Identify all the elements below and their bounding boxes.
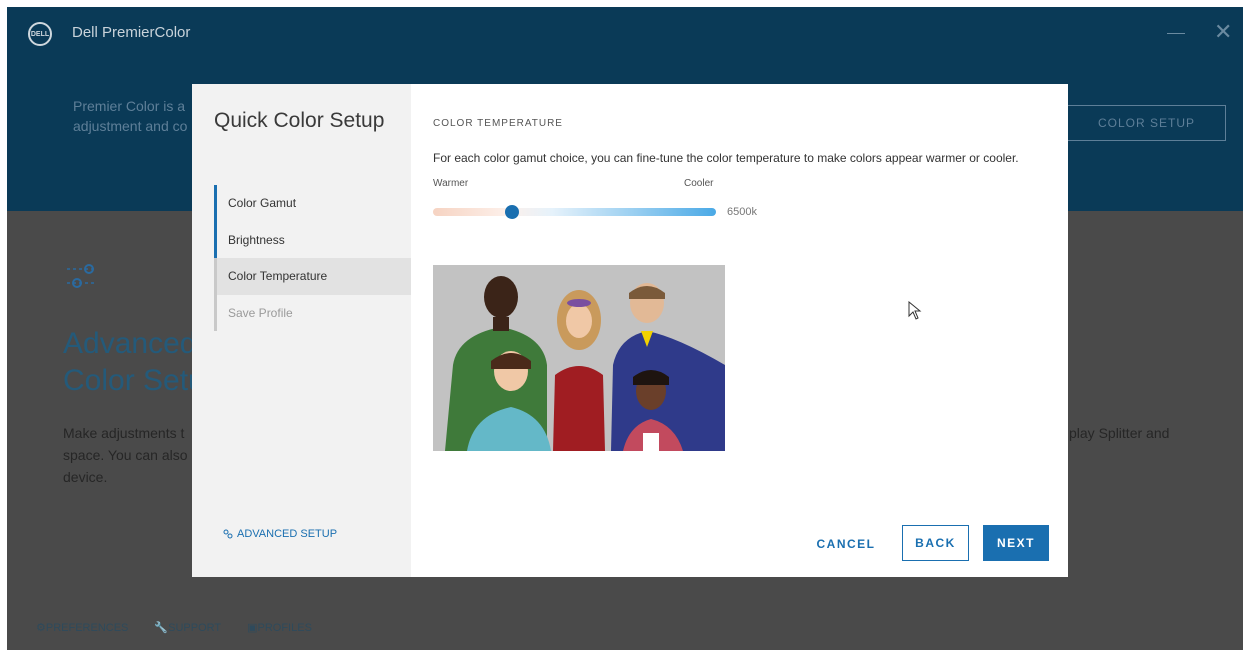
dialog-content: COLOR TEMPERATURE For each color gamut c… (411, 84, 1068, 577)
advanced-setup-link[interactable]: ADVANCED SETUP (223, 528, 337, 540)
back-button[interactable]: BACK (902, 525, 969, 561)
slider-thumb[interactable] (505, 205, 520, 219)
step-label: Brightness (228, 232, 285, 247)
step-save-profile[interactable]: Save Profile (214, 294, 411, 331)
next-button[interactable]: NEXT (983, 525, 1049, 561)
advanced-description-right: play Splitter and (1069, 425, 1170, 441)
temperature-value: 6500k (727, 206, 757, 218)
step-label: Color Temperature (228, 269, 328, 284)
quick-color-setup-dialog: Quick Color Setup Color Gamut Brightness… (192, 84, 1068, 577)
header-description: Premier Color is a adjustment and co (73, 96, 193, 136)
section-description: For each color gamut choice, you can fin… (433, 151, 1019, 165)
section-label: COLOR TEMPERATURE (433, 118, 563, 129)
gear-sliders-icon (223, 529, 233, 539)
preferences-label: PREFERENCES (45, 622, 129, 634)
advanced-color-setup-title: Advanced Color Setu (63, 325, 198, 399)
close-icon[interactable]: ✕ (1214, 19, 1232, 45)
advanced-desc-line: device. (63, 469, 108, 485)
step-color-gamut[interactable]: Color Gamut (214, 185, 411, 222)
advanced-setup-label: ADVANCED SETUP (237, 528, 338, 540)
cooler-label: Cooler (684, 178, 714, 189)
header-desc-line: adjustment and co (73, 118, 188, 134)
step-brightness[interactable]: Brightness (214, 221, 411, 258)
step-color-temperature[interactable]: Color Temperature (214, 258, 411, 295)
header-desc-line: Premier Color is a (73, 98, 186, 114)
support-label: SUPPORT (168, 622, 222, 634)
color-setup-button[interactable]: COLOR SETUP (1067, 105, 1226, 141)
advanced-desc-line: Make adjustments t (63, 425, 185, 441)
footer-profiles[interactable]: ▣PROFILES (247, 621, 312, 634)
step-label: Save Profile (228, 305, 293, 320)
advanced-desc-line: space. You can also (63, 447, 188, 463)
mouse-pointer-icon (908, 301, 922, 320)
warmer-label: Warmer (433, 178, 469, 189)
step-list: Color Gamut Brightness Color Temperature… (214, 185, 411, 331)
title-bar: DELL Dell PremierColor ✕ (7, 7, 1243, 57)
sliders-icon (67, 264, 97, 288)
cancel-button[interactable]: CANCEL (811, 526, 881, 562)
preview-photo (433, 265, 725, 451)
footer-support[interactable]: 🔧SUPPORT (154, 621, 221, 634)
footer-preferences[interactable]: ⚙PREFERENCES (36, 621, 128, 634)
color-temperature-slider[interactable] (433, 205, 716, 219)
app-title: Dell PremierColor (72, 24, 191, 41)
footer-nav: ⚙PREFERENCES 🔧SUPPORT ▣PROFILES (36, 621, 312, 634)
advanced-title-line: Color Setu (63, 364, 198, 397)
step-label: Color Gamut (228, 196, 297, 211)
minimize-icon[interactable] (1167, 33, 1185, 34)
dialog-sidebar: Quick Color Setup Color Gamut Brightness… (192, 84, 411, 577)
advanced-title-line: Advanced (63, 327, 197, 360)
advanced-description: Make adjustments t space. You can also d… (63, 422, 201, 488)
profiles-label: PROFILES (257, 622, 312, 634)
dialog-title: Quick Color Setup (214, 109, 385, 132)
dell-logo: DELL (28, 22, 52, 46)
